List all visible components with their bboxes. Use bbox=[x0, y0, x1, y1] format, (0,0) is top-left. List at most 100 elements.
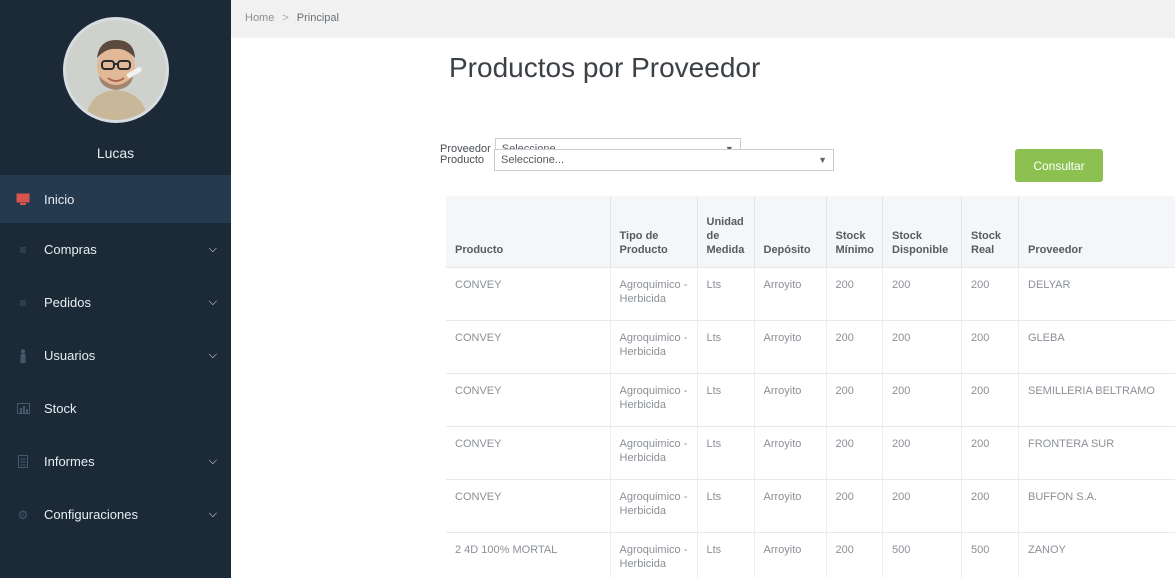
cell-tipo: Agroquimico - Herbicida bbox=[610, 266, 698, 320]
user-profile: Lucas bbox=[0, 0, 231, 175]
cell-proveedor: SEMILLERIA BELTRAMO bbox=[1018, 372, 1175, 426]
column-header-unidad[interactable]: Unidad de Medida bbox=[697, 196, 755, 267]
column-header-stock-minimo[interactable]: Stock Mínimo bbox=[826, 196, 883, 267]
column-header-proveedor[interactable]: Proveedor bbox=[1019, 196, 1175, 267]
cell-producto: CONVEY bbox=[446, 319, 611, 373]
breadcrumb-current: Principal bbox=[296, 12, 339, 24]
table-row[interactable]: CONVEY Agroquimico - Herbicida Lts Arroy… bbox=[446, 372, 1175, 426]
chevron-down-icon: ⌵ bbox=[208, 243, 217, 255]
producto-row: Producto Seleccione... ▼ bbox=[440, 149, 835, 171]
cell-unidad: Lts bbox=[697, 372, 755, 426]
cell-producto: CONVEY bbox=[446, 372, 611, 426]
table-row[interactable]: 2 4D 100% MORTAL Agroquimico - Herbicida… bbox=[446, 531, 1175, 578]
cell-stock-real: 200 bbox=[961, 425, 1019, 479]
nav-label: Configuraciones bbox=[44, 507, 138, 522]
cell-stock-disponible: 200 bbox=[882, 425, 962, 479]
column-header-stock-disponible[interactable]: Stock Disponible bbox=[882, 196, 962, 267]
cell-stock-real: 200 bbox=[961, 372, 1019, 426]
nav-item-configuraciones[interactable]: ⚙ Configuraciones ⌵ bbox=[0, 488, 231, 541]
cell-unidad: Lts bbox=[697, 531, 755, 578]
cell-unidad: Lts bbox=[697, 425, 755, 479]
nav-label: Inicio bbox=[44, 191, 75, 207]
list-icon: ≡ bbox=[19, 242, 27, 257]
user-icon bbox=[16, 348, 30, 363]
nav-label: Compras bbox=[44, 242, 97, 257]
chevron-down-icon: ⌵ bbox=[208, 349, 217, 361]
column-header-deposito[interactable]: Depósito bbox=[754, 196, 827, 267]
cell-proveedor: FRONTERA SUR bbox=[1018, 425, 1175, 479]
producto-label: Producto bbox=[440, 154, 485, 166]
list-icon: ≡ bbox=[19, 295, 27, 310]
nav-item-pedidos[interactable]: ≡ Pedidos ⌵ bbox=[0, 276, 231, 329]
cell-stock-disponible: 200 bbox=[882, 266, 962, 320]
producto-select-value: Seleccione... bbox=[501, 154, 565, 166]
user-name: Lucas bbox=[96, 145, 135, 161]
bar-chart-icon bbox=[16, 402, 30, 416]
breadcrumb-home[interactable]: Home bbox=[245, 12, 274, 24]
nav-item-compras[interactable]: ≡ Compras ⌵ bbox=[0, 223, 231, 276]
cell-stock-minimo: 200 bbox=[826, 531, 883, 578]
table-row[interactable]: CONVEY Agroquimico - Herbicida Lts Arroy… bbox=[446, 478, 1175, 532]
cell-tipo: Agroquimico - Herbicida bbox=[610, 478, 698, 532]
cell-stock-minimo: 200 bbox=[826, 266, 883, 320]
cell-producto: 2 4D 100% MORTAL bbox=[446, 531, 611, 578]
cell-proveedor: ZANOY bbox=[1018, 531, 1175, 578]
cell-stock-disponible: 200 bbox=[882, 319, 962, 373]
breadcrumb-separator: > bbox=[282, 12, 289, 24]
cell-stock-real: 200 bbox=[961, 478, 1019, 532]
cell-deposito: Arroyito bbox=[754, 266, 827, 320]
caret-down-icon: ▼ bbox=[818, 155, 828, 165]
cell-deposito: Arroyito bbox=[754, 319, 827, 373]
table-row[interactable]: CONVEY Agroquimico - Herbicida Lts Arroy… bbox=[446, 319, 1175, 373]
cell-proveedor: GLEBA bbox=[1018, 319, 1175, 373]
products-table: Producto Tipo de Producto Unidad de Medi… bbox=[446, 196, 1175, 578]
sidebar: Lucas Inicio ≡ Compras ⌵ ≡ Pedidos ⌵ Usu… bbox=[0, 0, 231, 578]
cell-deposito: Arroyito bbox=[754, 425, 827, 479]
nav-item-informes[interactable]: Informes ⌵ bbox=[0, 435, 231, 488]
monitor-icon bbox=[16, 192, 30, 206]
cell-producto: CONVEY bbox=[446, 425, 611, 479]
cell-stock-real: 200 bbox=[961, 319, 1019, 373]
cell-tipo: Agroquimico - Herbicida bbox=[610, 372, 698, 426]
nav-item-inicio[interactable]: Inicio bbox=[0, 175, 231, 223]
cell-producto: CONVEY bbox=[446, 266, 611, 320]
breadcrumb: Home > Principal bbox=[231, 0, 1175, 38]
cell-unidad: Lts bbox=[697, 478, 755, 532]
chevron-down-icon: ⌵ bbox=[208, 508, 217, 520]
cell-unidad: Lts bbox=[697, 266, 755, 320]
cell-stock-minimo: 200 bbox=[826, 425, 883, 479]
cell-producto: CONVEY bbox=[446, 478, 611, 532]
cell-stock-minimo: 200 bbox=[826, 319, 883, 373]
cell-tipo: Agroquimico - Herbicida bbox=[610, 319, 698, 373]
cell-deposito: Arroyito bbox=[754, 531, 827, 578]
cell-stock-minimo: 200 bbox=[826, 478, 883, 532]
cell-stock-minimo: 200 bbox=[826, 372, 883, 426]
cell-stock-disponible: 200 bbox=[882, 478, 962, 532]
column-header-producto[interactable]: Producto bbox=[446, 196, 611, 267]
consultar-button[interactable]: Consultar bbox=[1015, 149, 1103, 182]
nav-item-usuarios[interactable]: Usuarios ⌵ bbox=[0, 329, 231, 382]
nav-label: Usuarios bbox=[44, 348, 96, 363]
cell-proveedor: BUFFON S.A. bbox=[1018, 478, 1175, 532]
cell-deposito: Arroyito bbox=[754, 478, 827, 532]
cell-tipo: Agroquimico - Herbicida bbox=[610, 531, 698, 578]
table-header-row: Producto Tipo de Producto Unidad de Medi… bbox=[446, 196, 1175, 267]
table-row[interactable]: CONVEY Agroquimico - Herbicida Lts Arroy… bbox=[446, 266, 1175, 320]
cell-deposito: Arroyito bbox=[754, 372, 827, 426]
cell-stock-disponible: 500 bbox=[882, 531, 962, 578]
avatar[interactable] bbox=[62, 17, 169, 123]
cell-tipo: Agroquimico - Herbicida bbox=[610, 425, 698, 479]
chevron-down-icon: ⌵ bbox=[208, 455, 217, 467]
gear-icon: ⚙ bbox=[17, 507, 29, 522]
nav-label: Informes bbox=[44, 454, 95, 469]
column-header-tipo[interactable]: Tipo de Producto bbox=[610, 196, 698, 267]
column-header-stock-real[interactable]: Stock Real bbox=[961, 196, 1019, 267]
table-row[interactable]: CONVEY Agroquimico - Herbicida Lts Arroy… bbox=[446, 425, 1175, 479]
producto-select[interactable]: Seleccione... ▼ bbox=[494, 149, 835, 171]
cell-stock-disponible: 200 bbox=[882, 372, 962, 426]
page-title: Productos por Proveedor bbox=[449, 52, 761, 83]
cell-unidad: Lts bbox=[697, 319, 755, 373]
nav-label: Pedidos bbox=[44, 295, 91, 310]
nav-item-stock[interactable]: Stock bbox=[0, 382, 231, 435]
chevron-down-icon: ⌵ bbox=[208, 296, 217, 308]
